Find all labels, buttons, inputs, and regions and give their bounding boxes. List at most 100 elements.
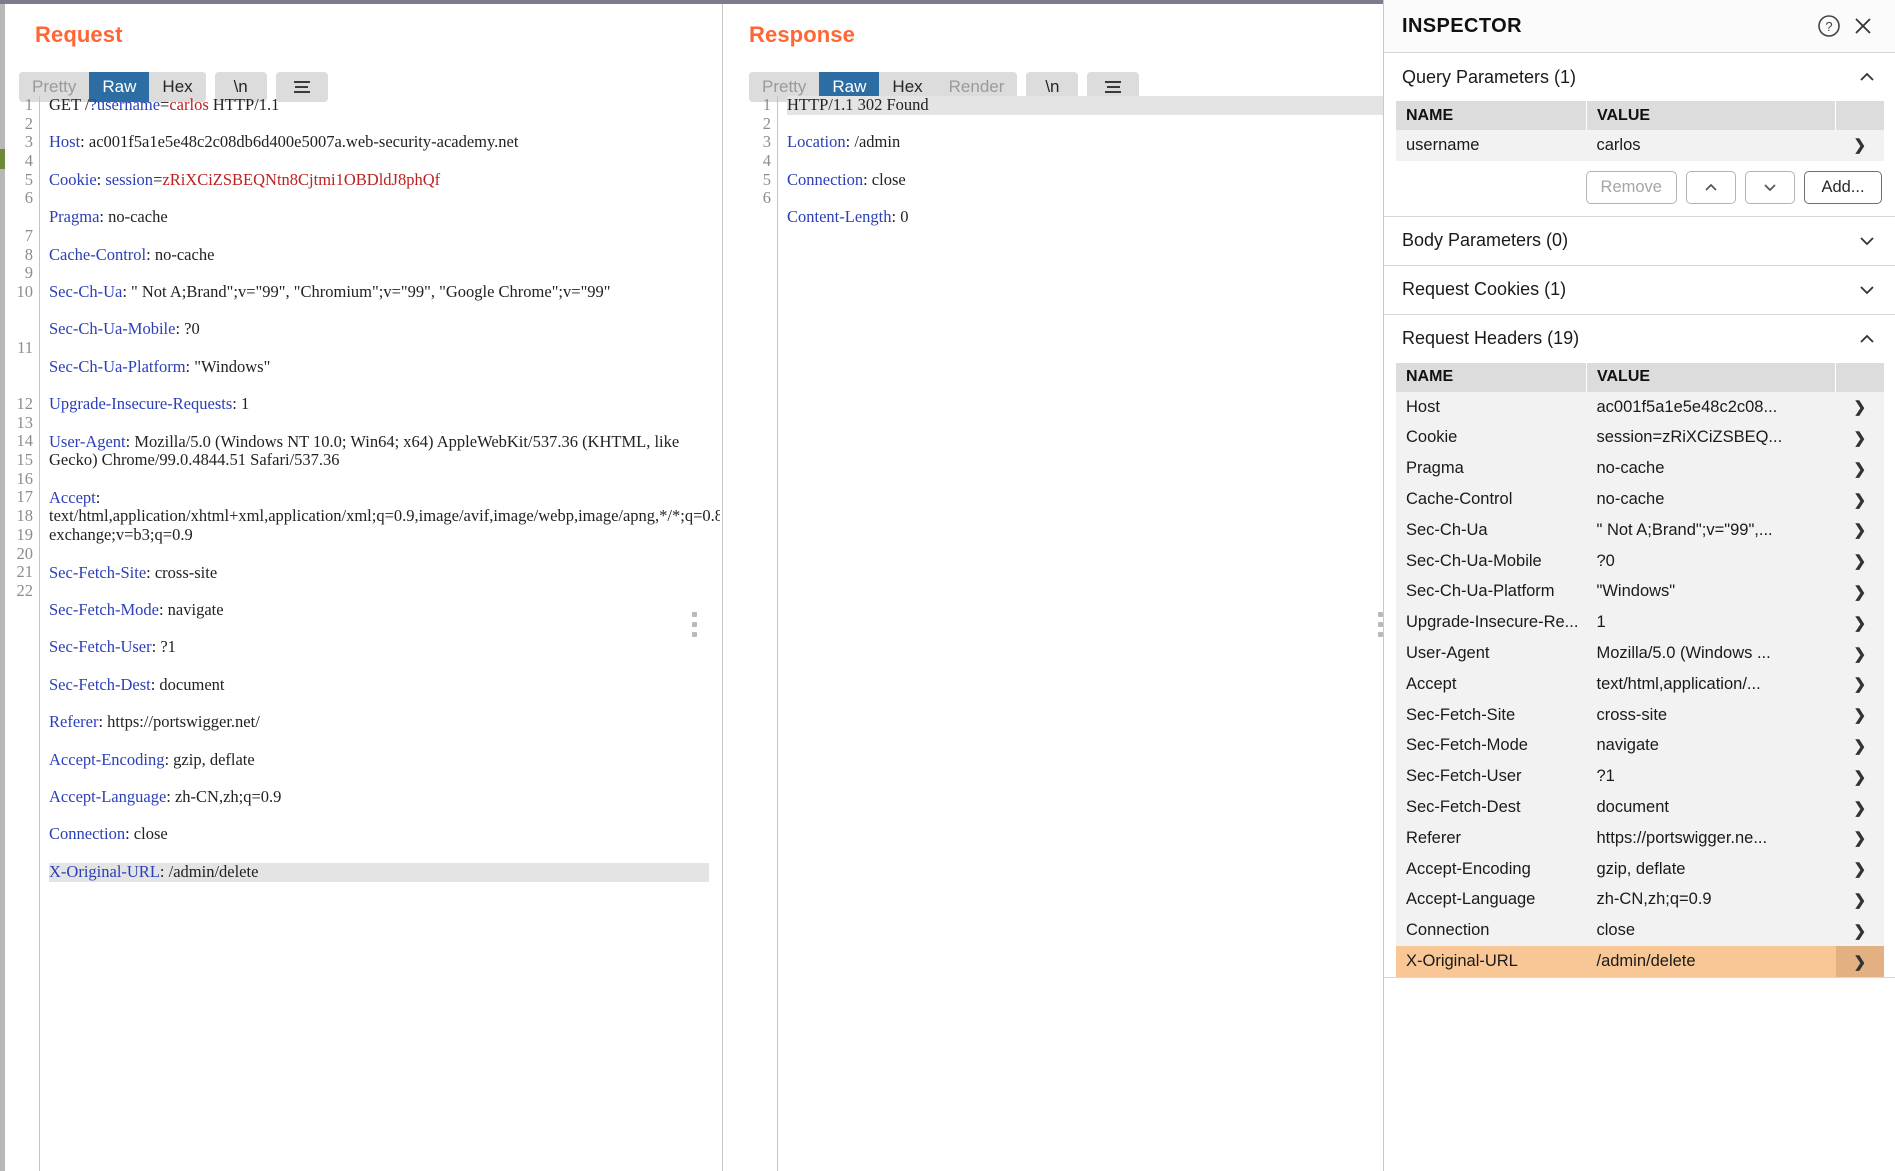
chevron-right-icon[interactable]: ❯ bbox=[1835, 822, 1884, 854]
table-row[interactable]: Accept-Language zh-CN,zh;q=0.9 ❯ bbox=[1396, 884, 1884, 916]
header-value-cell[interactable]: no-cache bbox=[1586, 453, 1836, 485]
request-code-area[interactable]: 1 2 3 4 5 6 7 8 9 10 11 12 13 14 15 16 17 18 19 20 21 22 GET … bbox=[5, 96, 720, 1171]
code-line[interactable]: Host: ac001f5a1e5e48c2c08db6d400e5007a.w… bbox=[49, 133, 709, 152]
code-line[interactable]: Referer: https://portswigger.net/ bbox=[49, 712, 709, 732]
request-code-text[interactable]: GET /?username=carlos HTTP/1.1 Host: ac0… bbox=[49, 96, 720, 900]
move-up-button[interactable] bbox=[1686, 170, 1736, 204]
help-circle-icon[interactable]: ? bbox=[1812, 9, 1846, 43]
code-line[interactable]: User-Agent: Mozilla/5.0 (Windows NT 10.0… bbox=[49, 432, 709, 470]
table-row[interactable]: Host ac001f5a1e5e48c2c08... ❯ bbox=[1396, 391, 1884, 423]
header-value-cell[interactable]: gzip, deflate bbox=[1586, 853, 1836, 885]
request-response-drag-handle[interactable] bbox=[692, 612, 697, 637]
remove-button[interactable]: Remove bbox=[1585, 170, 1677, 204]
chevron-up-icon[interactable] bbox=[1856, 66, 1878, 88]
chevron-right-icon[interactable]: ❯ bbox=[1835, 946, 1884, 977]
table-row[interactable]: Sec-Fetch-Dest document ❯ bbox=[1396, 792, 1884, 823]
code-line[interactable]: Accept-Language: zh-CN,zh;q=0.9 bbox=[49, 787, 709, 807]
code-line[interactable]: Location: /admin bbox=[787, 133, 1383, 152]
code-line[interactable]: Content-Length: 0 bbox=[787, 207, 1383, 227]
code-line[interactable]: Sec-Fetch-Dest: document bbox=[49, 675, 709, 695]
table-row[interactable]: Sec-Fetch-Mode navigate ❯ bbox=[1396, 730, 1884, 762]
chevron-right-icon[interactable]: ❯ bbox=[1835, 514, 1884, 546]
chevron-right-icon[interactable]: ❯ bbox=[1835, 130, 1884, 161]
table-row[interactable]: Cache-Control no-cache ❯ bbox=[1396, 484, 1884, 515]
table-row[interactable]: Accept text/html,application/... ❯ bbox=[1396, 668, 1884, 700]
move-down-button[interactable] bbox=[1745, 170, 1795, 204]
chevron-right-icon[interactable]: ❯ bbox=[1835, 730, 1884, 762]
chevron-right-icon[interactable]: ❯ bbox=[1835, 607, 1884, 639]
code-line[interactable]: X-Original-URL: /admin/delete bbox=[49, 862, 709, 882]
table-row[interactable]: Sec-Ch-Ua-Platform "Windows" ❯ bbox=[1396, 576, 1884, 608]
table-row[interactable]: Sec-Ch-Ua " Not A;Brand";v="99",... ❯ bbox=[1396, 514, 1884, 546]
header-value-cell[interactable]: ?0 bbox=[1586, 545, 1836, 577]
code-line[interactable]: Accept-Encoding: gzip, deflate bbox=[49, 750, 709, 770]
table-row[interactable]: Connection close ❯ bbox=[1396, 915, 1884, 947]
code-line[interactable]: Pragma: no-cache bbox=[49, 207, 709, 227]
chevron-right-icon[interactable]: ❯ bbox=[1835, 391, 1884, 423]
chevron-right-icon[interactable]: ❯ bbox=[1835, 668, 1884, 700]
code-line[interactable]: Sec-Fetch-Site: cross-site bbox=[49, 563, 709, 583]
table-row[interactable]: Cookie session=zRiXCiZSBEQ... ❯ bbox=[1396, 422, 1884, 454]
table-row[interactable]: Upgrade-Insecure-Re... 1 ❯ bbox=[1396, 607, 1884, 639]
table-row[interactable]: Pragma no-cache ❯ bbox=[1396, 453, 1884, 485]
table-row[interactable]: username carlos ❯ bbox=[1396, 130, 1884, 161]
close-icon[interactable] bbox=[1846, 9, 1880, 43]
header-value-cell[interactable]: cross-site bbox=[1586, 699, 1836, 731]
code-line[interactable]: Accept: text/html,application/xhtml+xml,… bbox=[49, 488, 720, 545]
chevron-right-icon[interactable]: ❯ bbox=[1835, 915, 1884, 947]
header-value-cell[interactable]: zh-CN,zh;q=0.9 bbox=[1586, 884, 1836, 916]
header-value-cell[interactable]: text/html,application/... bbox=[1586, 668, 1836, 700]
code-line[interactable]: HTTP/1.1 302 Found bbox=[787, 96, 1383, 115]
chevron-right-icon[interactable]: ❯ bbox=[1835, 484, 1884, 515]
table-row[interactable]: Sec-Ch-Ua-Mobile ?0 ❯ bbox=[1396, 545, 1884, 577]
chevron-right-icon[interactable]: ❯ bbox=[1835, 792, 1884, 823]
response-code-text[interactable]: HTTP/1.1 302 Found Location: /admin Conn… bbox=[787, 96, 1383, 320]
table-row[interactable]: Accept-Encoding gzip, deflate ❯ bbox=[1396, 853, 1884, 885]
add-button[interactable]: Add... bbox=[1804, 170, 1882, 204]
section-header-body-parameters[interactable]: Body Parameters (0) bbox=[1384, 216, 1895, 265]
code-line[interactable] bbox=[787, 283, 1383, 302]
header-value-cell[interactable]: navigate bbox=[1586, 730, 1836, 762]
response-code-area[interactable]: 123456 HTTP/1.1 302 Found Location: /adm… bbox=[749, 96, 1383, 1171]
chevron-right-icon[interactable]: ❯ bbox=[1835, 761, 1884, 793]
header-value-cell[interactable]: ac001f5a1e5e48c2c08... bbox=[1586, 391, 1836, 423]
code-line[interactable]: Cache-Control: no-cache bbox=[49, 245, 709, 265]
table-row[interactable]: Sec-Fetch-Site cross-site ❯ bbox=[1396, 699, 1884, 731]
code-line[interactable]: Cookie: session=zRiXCiZSBEQNtn8Cjtmi1OBD… bbox=[49, 170, 709, 190]
param-value-cell[interactable]: carlos bbox=[1586, 130, 1836, 161]
code-line[interactable]: Sec-Ch-Ua: " Not A;Brand";v="99", "Chrom… bbox=[49, 282, 709, 302]
chevron-right-icon[interactable]: ❯ bbox=[1835, 853, 1884, 885]
code-line[interactable]: Sec-Fetch-User: ?1 bbox=[49, 638, 709, 657]
chevron-up-icon[interactable] bbox=[1856, 328, 1878, 350]
header-value-cell[interactable]: ?1 bbox=[1586, 761, 1836, 793]
code-line[interactable]: Sec-Ch-Ua-Platform: "Windows" bbox=[49, 357, 709, 377]
section-header-request-cookies[interactable]: Request Cookies (1) bbox=[1384, 265, 1895, 314]
code-line[interactable]: Connection: close bbox=[49, 825, 709, 844]
code-line[interactable]: Connection: close bbox=[787, 170, 1383, 190]
table-row[interactable]: Referer https://portswigger.ne... ❯ bbox=[1396, 822, 1884, 854]
header-value-cell[interactable]: https://portswigger.ne... bbox=[1586, 822, 1836, 854]
header-value-cell[interactable]: close bbox=[1586, 915, 1836, 947]
chevron-right-icon[interactable]: ❯ bbox=[1835, 638, 1884, 669]
table-row[interactable]: User-Agent Mozilla/5.0 (Windows ... ❯ bbox=[1396, 638, 1884, 669]
header-value-cell[interactable]: Mozilla/5.0 (Windows ... bbox=[1586, 638, 1836, 669]
chevron-down-icon[interactable] bbox=[1856, 230, 1878, 252]
chevron-right-icon[interactable]: ❯ bbox=[1835, 422, 1884, 454]
chevron-down-icon[interactable] bbox=[1856, 279, 1878, 301]
chevron-right-icon[interactable]: ❯ bbox=[1835, 699, 1884, 731]
chevron-right-icon[interactable]: ❯ bbox=[1835, 545, 1884, 577]
table-row[interactable]: X-Original-URL/admin/delete ❯ bbox=[1396, 946, 1884, 977]
code-line[interactable]: GET /?username=carlos HTTP/1.1 bbox=[49, 96, 709, 115]
code-line[interactable]: Sec-Fetch-Mode: navigate bbox=[49, 600, 709, 620]
table-row[interactable]: Sec-Fetch-User ?1 ❯ bbox=[1396, 761, 1884, 793]
section-header-request-headers[interactable]: Request Headers (19) bbox=[1384, 314, 1895, 363]
chevron-right-icon[interactable]: ❯ bbox=[1835, 576, 1884, 608]
section-header-query-parameters[interactable]: Query Parameters (1) bbox=[1384, 53, 1895, 101]
code-line[interactable]: Upgrade-Insecure-Requests: 1 bbox=[49, 394, 709, 414]
chevron-right-icon[interactable]: ❯ bbox=[1835, 884, 1884, 916]
header-value-cell[interactable]: /admin/delete bbox=[1586, 946, 1836, 977]
header-value-cell[interactable]: session=zRiXCiZSBEQ... bbox=[1586, 422, 1836, 454]
header-value-cell[interactable]: no-cache bbox=[1586, 484, 1836, 515]
header-value-cell[interactable]: 1 bbox=[1586, 607, 1836, 639]
chevron-right-icon[interactable]: ❯ bbox=[1835, 453, 1884, 485]
